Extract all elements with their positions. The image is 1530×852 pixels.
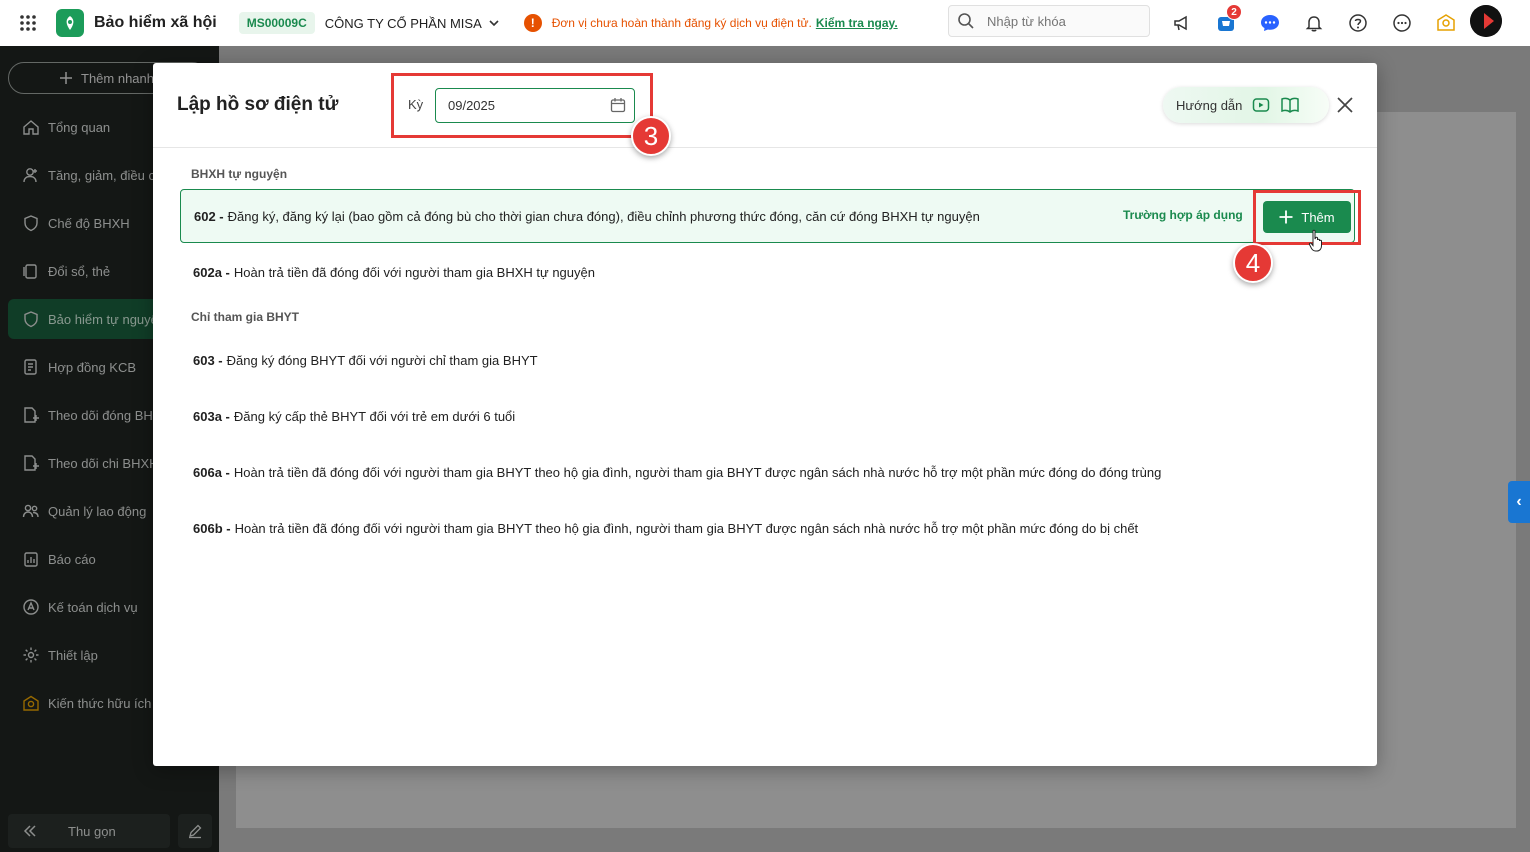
cart-badge: 2 xyxy=(1226,4,1242,20)
form-row-603a[interactable]: 603a - Đăng ký cấp thẻ BHYT đối với trẻ … xyxy=(180,389,1355,443)
check-now-link[interactable]: Kiểm tra ngay. xyxy=(816,16,898,30)
sidebar-item-label: Chế độ BHXH xyxy=(48,215,130,231)
guide-button[interactable]: Hướng dẫn xyxy=(1163,87,1329,123)
search-box[interactable] xyxy=(948,5,1150,37)
idea-icon[interactable] xyxy=(1424,0,1468,46)
panel-toggle-chevron-left-icon[interactable]: ‹ xyxy=(1508,481,1530,523)
form-code: 606b - xyxy=(193,520,231,536)
form-description: Hoàn trả tiền đã đóng đối với người tham… xyxy=(233,264,595,280)
sidebar-item-label: Đổi sổ, thẻ xyxy=(48,263,111,279)
person-icon xyxy=(23,168,37,183)
sidebar-item-label: Kiến thức hữu ích xyxy=(48,695,152,711)
chat-icon[interactable] xyxy=(1248,0,1292,46)
warning-text: Đơn vị chưa hoàn thành đăng ký dịch vụ đ… xyxy=(551,16,812,30)
sidebar-item-label: Theo dõi chi BHXH xyxy=(48,455,159,471)
guide-label: Hướng dẫn xyxy=(1176,97,1243,113)
form-description: Đăng ký, đăng ký lại (bao gồm cả đóng bù… xyxy=(227,208,980,224)
section-label-voluntary-insurance: BHXH tự nguyện xyxy=(191,167,288,181)
cards-icon xyxy=(23,264,37,279)
accounting-icon xyxy=(23,599,39,615)
search-input[interactable] xyxy=(987,13,1137,29)
gear-icon xyxy=(23,647,39,663)
step-3-marker: 3 xyxy=(631,116,671,156)
close-icon[interactable] xyxy=(1333,93,1357,117)
sidebar-item-label: Hợp đồng KCB xyxy=(48,359,137,375)
form-row-606a[interactable]: 606a - Hoàn trả tiền đã đóng đối với ngư… xyxy=(180,445,1355,499)
form-row-602[interactable]: 602 - Đăng ký, đăng ký lại (bao gồm cả đ… xyxy=(180,189,1355,243)
home-icon xyxy=(23,120,39,135)
sidebar-item-label: Kế toán dịch vụ xyxy=(48,599,138,615)
form-description: Đăng ký cấp thẻ BHYT đối với trẻ em dưới… xyxy=(233,408,516,424)
form-description: Đăng ký đóng BHYT đối với người chỉ tham… xyxy=(226,352,538,368)
book-icon[interactable] xyxy=(1280,96,1300,114)
megaphone-icon[interactable] xyxy=(1160,0,1204,46)
add-button-label: Thêm xyxy=(1301,209,1335,225)
calendar-icon[interactable] xyxy=(610,97,626,113)
modal-title: Lập hồ sơ điện tử xyxy=(177,94,339,115)
form-description: Hoàn trả tiền đã đóng đối với người tham… xyxy=(234,520,1139,536)
plus-icon xyxy=(60,72,72,84)
sidebar-item-label: Tổng quan xyxy=(48,119,111,135)
company-selector[interactable]: CÔNG TY CỔ PHẦN MISA xyxy=(325,16,500,31)
collapse-button[interactable]: Thu gọn xyxy=(8,814,170,848)
video-play-icon[interactable] xyxy=(1252,96,1270,114)
sidebar-item-label: Quản lý lao động xyxy=(48,503,147,519)
create-electronic-file-modal: Lập hồ sơ điện tử Kỳ 09/2025 3 Hướng dẫn… xyxy=(153,63,1377,766)
applicable-cases-link[interactable]: Trường hợp áp dụng xyxy=(1123,208,1243,222)
more-icon[interactable] xyxy=(1380,0,1424,46)
help-icon[interactable] xyxy=(1336,0,1380,46)
period-label: Kỳ xyxy=(408,97,424,112)
company-code: MS00009C xyxy=(238,12,315,34)
step-4-marker: 4 xyxy=(1233,243,1273,283)
avatar[interactable] xyxy=(1470,5,1502,37)
add-button[interactable]: Thêm xyxy=(1263,201,1351,233)
form-description: Hoàn trả tiền đã đóng đối với người tham… xyxy=(233,464,1162,480)
period-value: 09/2025 xyxy=(448,98,495,113)
modal-header: Lập hồ sơ điện tử Kỳ 09/2025 3 Hướng dẫn xyxy=(153,63,1377,156)
doc-add-icon xyxy=(24,455,39,471)
form-code: 602 - xyxy=(194,208,224,224)
idea-icon xyxy=(23,695,39,711)
shield-icon xyxy=(24,311,38,328)
app-title: Bảo hiểm xã hội xyxy=(94,14,217,31)
collapse-label: Thu gọn xyxy=(68,823,116,839)
sidebar-item-label: Báo cáo xyxy=(48,551,96,567)
report-icon xyxy=(24,552,38,567)
form-code: 606a - xyxy=(193,464,230,480)
sidebar-item-label: Bảo hiểm tự nguyện xyxy=(48,311,166,327)
shield-icon xyxy=(24,215,38,232)
quick-add-label: Thêm nhanh xyxy=(81,70,154,86)
company-name: CÔNG TY CỔ PHẦN MISA xyxy=(324,15,482,31)
app-logo xyxy=(56,9,84,37)
warning-icon: ! xyxy=(523,14,542,32)
edit-icon xyxy=(189,824,202,839)
search-icon xyxy=(958,13,974,29)
plus-icon xyxy=(1279,210,1293,224)
form-row-602a[interactable]: 602a - Hoàn trả tiền đã đóng đối với ngư… xyxy=(180,245,1355,299)
form-code: 603a - xyxy=(193,408,230,424)
app-grid-icon[interactable] xyxy=(0,0,56,46)
double-chevron-left-icon xyxy=(23,825,36,837)
edit-button[interactable] xyxy=(178,814,212,848)
chevron-down-icon xyxy=(489,20,499,27)
sidebar-item-label: Thiết lập xyxy=(48,647,98,663)
people-icon xyxy=(22,504,39,518)
form-row-606b[interactable]: 606b - Hoàn trả tiền đã đóng đối với ngư… xyxy=(180,501,1355,555)
contract-icon xyxy=(24,359,37,375)
top-bar: Bảo hiểm xã hội MS00009C CÔNG TY CỔ PHẦN… xyxy=(0,0,1530,46)
hand-cursor-icon xyxy=(1308,229,1322,252)
cart-icon[interactable]: 2 xyxy=(1204,0,1248,46)
form-code: 602a - xyxy=(193,264,230,280)
section-label-health-insurance-only: Chỉ tham gia BHYT xyxy=(191,310,300,324)
period-input[interactable]: 09/2025 xyxy=(435,88,635,123)
bell-icon[interactable] xyxy=(1292,0,1336,46)
form-code: 603 - xyxy=(193,352,223,368)
doc-add-icon xyxy=(24,407,39,423)
form-row-603[interactable]: 603 - Đăng ký đóng BHYT đối với người ch… xyxy=(180,333,1355,387)
